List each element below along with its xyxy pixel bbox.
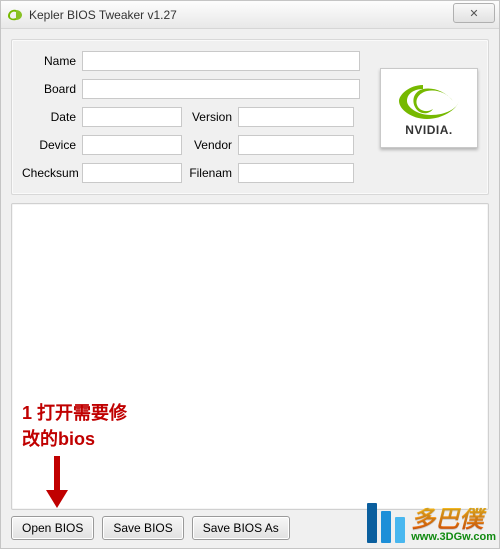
label-filenam: Filenam: [182, 166, 238, 180]
nvidia-logo-box: NVIDIA.: [380, 68, 478, 148]
app-window: Kepler BIOS Tweaker v1.27 ✕ Name Board D…: [0, 0, 500, 549]
field-date[interactable]: [82, 107, 182, 127]
nvidia-eye-icon: [397, 79, 461, 121]
close-icon: ✕: [469, 7, 478, 20]
annotation-arrow-icon: [42, 456, 72, 508]
info-panel: Name Board Date Version Device Vendor: [11, 39, 489, 195]
label-device: Device: [22, 138, 82, 152]
close-button[interactable]: ✕: [453, 3, 495, 23]
field-checksum[interactable]: [82, 163, 182, 183]
label-checksum: Checksum: [22, 166, 82, 180]
label-date: Date: [22, 110, 82, 124]
app-icon: [7, 7, 23, 23]
label-version: Version: [182, 110, 238, 124]
annotation-line2: 改的bios: [22, 426, 127, 452]
field-version[interactable]: [238, 107, 354, 127]
client-area: Name Board Date Version Device Vendor: [1, 29, 499, 548]
content-panel: 1 打开需要修 改的bios: [11, 203, 489, 510]
titlebar[interactable]: Kepler BIOS Tweaker v1.27 ✕: [1, 1, 499, 29]
save-bios-button[interactable]: Save BIOS: [102, 516, 183, 540]
nvidia-logo-text: NVIDIA.: [405, 123, 453, 137]
label-name: Name: [22, 54, 82, 68]
window-title: Kepler BIOS Tweaker v1.27: [29, 8, 177, 22]
open-bios-button[interactable]: Open BIOS: [11, 516, 94, 540]
annotation-line1: 1 打开需要修: [22, 400, 127, 426]
field-device[interactable]: [82, 135, 182, 155]
annotation-text: 1 打开需要修 改的bios: [22, 400, 127, 452]
field-filenam[interactable]: [238, 163, 354, 183]
label-board: Board: [22, 82, 82, 96]
field-board[interactable]: [82, 79, 360, 99]
label-vendor: Vendor: [182, 138, 238, 152]
field-name[interactable]: [82, 51, 360, 71]
save-bios-as-button[interactable]: Save BIOS As: [192, 516, 290, 540]
field-vendor[interactable]: [238, 135, 354, 155]
button-row: Open BIOS Save BIOS Save BIOS As: [11, 516, 489, 540]
